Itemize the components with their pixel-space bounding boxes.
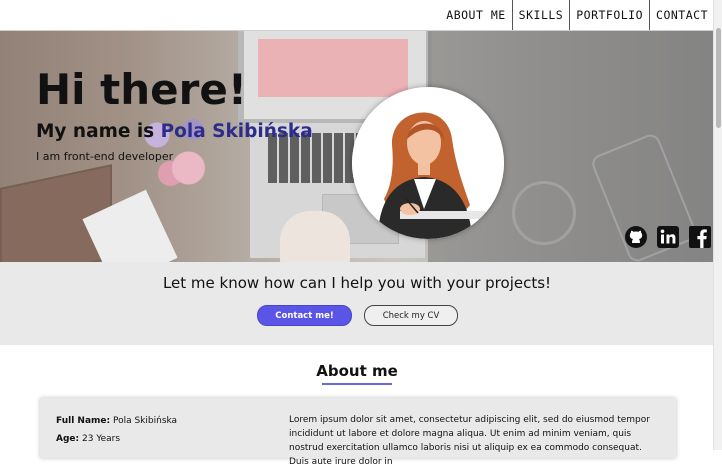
nav-link-portfolio[interactable]: PORTFOLIO [569, 0, 649, 30]
avatar [352, 87, 504, 239]
age-row: Age: 23 Years [56, 434, 120, 444]
age-value: 23 Years [82, 434, 121, 444]
avatar-illustration [352, 87, 504, 239]
check-cv-button[interactable]: Check my CV [364, 305, 458, 326]
about-card: Full Name: Pola Skibińska Age: 23 Years … [40, 398, 676, 467]
hero-name-accent: Pola Skibińska [160, 121, 313, 142]
full-name-label: Full Name: [56, 416, 111, 426]
cta-text: Let me know how can I help you with your… [162, 274, 552, 292]
top-nav-bar: ABOUT ME SKILLS PORTFOLIO CONTACT [0, 0, 714, 31]
github-icon[interactable] [624, 225, 648, 249]
linkedin-icon[interactable] [656, 225, 680, 249]
main-nav: ABOUT ME SKILLS PORTFOLIO CONTACT [440, 0, 714, 30]
social-links [624, 225, 712, 249]
hero-subtitle: I am front-end developer [36, 150, 174, 163]
full-name-value: Pola Skibińska [112, 416, 178, 426]
nav-link-about[interactable]: ABOUT ME [440, 0, 511, 30]
nav-link-skills[interactable]: SKILLS [511, 0, 570, 30]
age-label: Age: [56, 434, 80, 444]
scrollbar-thumb[interactable] [716, 28, 721, 128]
contact-me-button[interactable]: Contact me! [257, 305, 352, 326]
full-name-row: Full Name: Pola Skibińska [56, 416, 177, 426]
about-description: Lorem ipsum dolor sit amet, consectetur … [289, 415, 650, 467]
facebook-icon[interactable] [688, 225, 712, 249]
hero-title: Hi there! [36, 65, 247, 114]
cta-section: Let me know how can I help you with your… [0, 262, 714, 345]
about-section-title: About me [316, 362, 398, 380]
page-scrollbar[interactable] [713, 0, 722, 450]
hero-name-prefix: My name is [36, 121, 161, 142]
nav-link-contact[interactable]: CONTACT [649, 0, 714, 30]
about-title-underline [322, 383, 392, 385]
hero-name-heading: My name is Pola Skibińska [36, 121, 313, 142]
hero-section: Hi there! My name is Pola Skibińska I am… [0, 31, 714, 262]
